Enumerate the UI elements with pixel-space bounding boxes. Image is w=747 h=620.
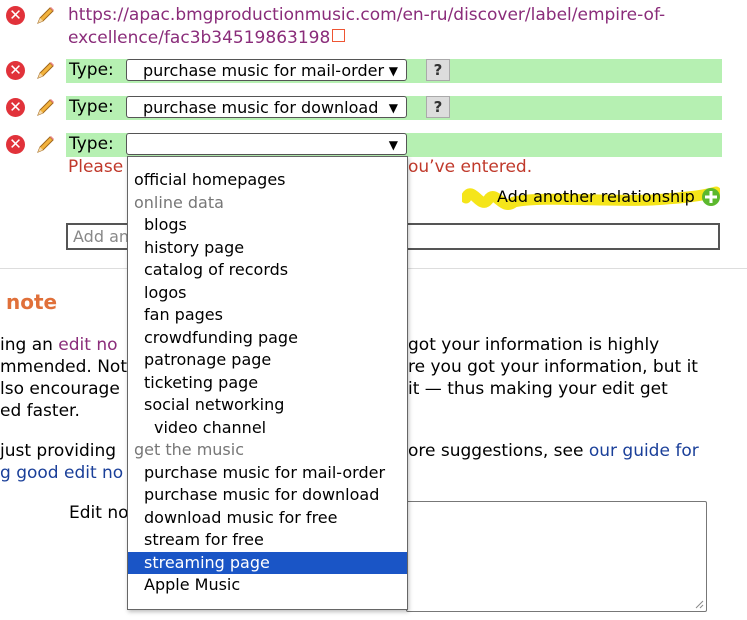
help-button[interactable]: ?: [426, 59, 450, 81]
chevron-down-icon: ▼: [388, 64, 398, 78]
paragraph-line: mmended. Not: [0, 356, 127, 378]
text: re you got your information, but it: [408, 357, 698, 377]
text: got your information is highly: [408, 335, 660, 355]
dropdown-group-label: get the music: [134, 440, 245, 459]
text: mmended. Not: [0, 357, 127, 377]
dropdown-option[interactable]: streaming page: [128, 551, 407, 574]
dropdown-option[interactable]: stream for free: [128, 529, 407, 552]
url-text[interactable]: https://apac.bmgproductionmusic.com/en-r…: [68, 5, 665, 48]
edit-note-heading: note: [6, 290, 58, 314]
type-select[interactable]: purchase music for mail-order ▼: [126, 59, 407, 81]
text: just providing: [0, 441, 117, 461]
type-select-value: purchase music for download: [143, 98, 379, 117]
type-label: Type:: [69, 60, 114, 80]
add-relationship-button[interactable]: Add another relationship: [497, 187, 695, 206]
remove-icon[interactable]: ✕: [6, 61, 25, 80]
external-link-icon[interactable]: [332, 29, 346, 42]
type-label: Type:: [69, 134, 114, 154]
error-message-end: ou’ve entered.: [408, 157, 533, 177]
dropdown-option[interactable]: blogs: [128, 214, 407, 237]
dropdown-option[interactable]: fan pages: [128, 304, 407, 327]
chevron-down-icon: ▼: [388, 101, 398, 115]
dropdown-option[interactable]: history page: [128, 237, 407, 260]
edit-note-label: Edit no: [69, 503, 129, 523]
add-icon[interactable]: [701, 187, 721, 207]
dropdown-option[interactable]: official homepages: [128, 169, 407, 192]
type-dropdown-list[interactable]: official homepages online data blogs histor…: [127, 156, 408, 610]
dropdown-option[interactable]: download music for free: [128, 507, 407, 530]
pencil-icon[interactable]: [34, 134, 56, 156]
error-message-start: Please: [68, 157, 124, 177]
pencil-icon[interactable]: [34, 60, 56, 82]
dropdown-option[interactable]: crowdfunding page: [128, 327, 407, 350]
paragraph-line: got your information is highly: [408, 334, 659, 356]
type-select[interactable]: ▼: [126, 133, 407, 155]
remove-icon[interactable]: ✕: [6, 6, 25, 25]
edit-note-link[interactable]: edit no: [58, 335, 117, 355]
help-button[interactable]: ?: [426, 96, 450, 118]
paragraph-line: ing an edit no: [0, 334, 118, 356]
dropdown-option[interactable]: ticketing page: [128, 372, 407, 395]
paragraph-line: lso encourage: [0, 378, 120, 400]
paragraph-line: ore suggestions, see our guide for: [408, 440, 699, 462]
paragraph-line: re you got your information, but it: [408, 356, 698, 378]
chevron-down-icon: ▼: [388, 138, 398, 152]
remove-icon[interactable]: ✕: [6, 98, 25, 117]
dropdown-option[interactable]: logos: [128, 282, 407, 305]
type-select[interactable]: purchase music for download ▼: [126, 96, 407, 118]
text: it — thus making your edit get: [408, 379, 668, 399]
paragraph-line: it — thus making your edit get: [408, 378, 668, 400]
add-link-placeholder: Add an: [73, 227, 130, 246]
relationship-row: Type: purchase music for mail-order ▼ ?: [66, 59, 722, 83]
relationship-row: Type: ▼: [66, 133, 722, 157]
text: lso encourage: [0, 379, 120, 399]
relationship-url[interactable]: https://apac.bmgproductionmusic.com/en-r…: [68, 4, 728, 50]
guide-link[interactable]: our guide for: [589, 441, 699, 461]
dropdown-option[interactable]: video channel: [128, 417, 407, 440]
paragraph-line: ed faster.: [0, 400, 80, 422]
dropdown-option[interactable]: purchase music for download: [128, 484, 407, 507]
paragraph-line: g good edit no: [0, 462, 123, 484]
dropdown-option-blank: [128, 157, 407, 169]
dropdown-option[interactable]: catalog of records: [128, 259, 407, 282]
guide-link[interactable]: g good edit no: [0, 463, 123, 483]
text: ore suggestions, see: [408, 441, 589, 461]
type-select-value: purchase music for mail-order: [143, 61, 385, 80]
text: ed faster.: [0, 401, 80, 421]
dropdown-option[interactable]: Apple Music: [128, 574, 407, 597]
dropdown-option[interactable]: social networking: [128, 394, 407, 417]
pencil-icon[interactable]: [34, 5, 56, 27]
pencil-icon[interactable]: [34, 97, 56, 119]
dropdown-option[interactable]: purchase music for mail-order: [128, 462, 407, 485]
edit-note-textarea[interactable]: [406, 501, 707, 612]
text: ing an: [0, 335, 59, 355]
dropdown-group-label: online data: [134, 192, 224, 212]
relationship-row: Type: purchase music for download ▼ ?: [66, 96, 722, 120]
resize-handle-icon[interactable]: [694, 599, 704, 609]
dropdown-option[interactable]: patronage page: [128, 349, 407, 372]
remove-icon[interactable]: ✕: [6, 135, 25, 154]
paragraph-line: just providing: [0, 440, 116, 462]
type-label: Type:: [69, 97, 114, 117]
